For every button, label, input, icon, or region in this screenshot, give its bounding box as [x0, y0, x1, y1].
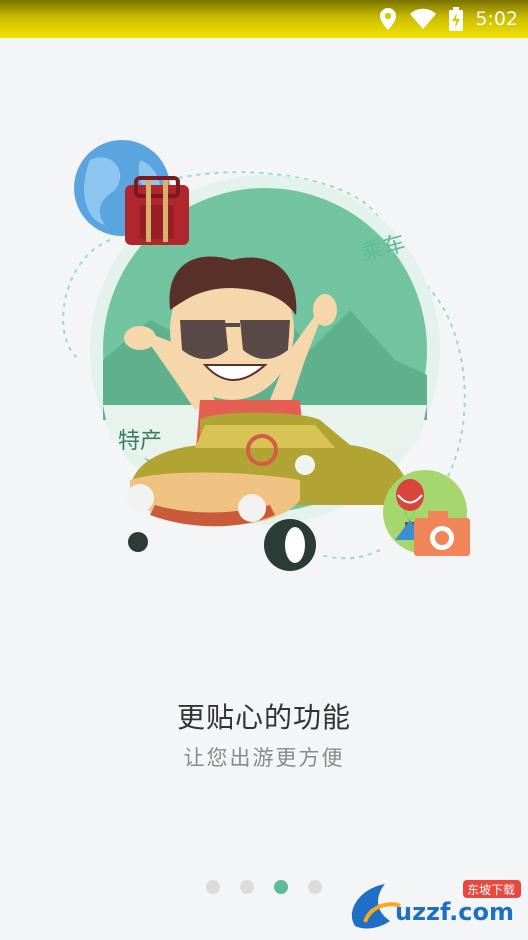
page-dot[interactable]	[308, 880, 322, 894]
onboarding-title: 更贴心的功能	[176, 701, 351, 734]
status-bar: 5:02	[0, 0, 528, 38]
onboarding-illustration: 乘车 特产	[62, 140, 470, 571]
status-clock: 5:02	[475, 8, 518, 30]
onboarding-subtitle: 让您出游更方便	[183, 746, 345, 770]
page-dot[interactable]	[240, 880, 254, 894]
battery-charging-icon	[449, 7, 464, 31]
page-dot[interactable]	[206, 880, 220, 894]
label-specialty: 特产	[118, 429, 162, 454]
watermark-brand: uzzf.com	[395, 898, 514, 926]
watermark-tag: 东坡下载	[467, 883, 515, 897]
page-indicator	[206, 880, 322, 894]
page-dot-active[interactable]	[274, 880, 288, 894]
wifi-icon	[410, 8, 437, 29]
location-icon	[380, 8, 397, 30]
camera-balloon-icon	[383, 470, 470, 556]
watermark-logo: 东坡下载 uzzf.com	[351, 880, 521, 929]
globe-backpack-icon	[74, 140, 189, 245]
